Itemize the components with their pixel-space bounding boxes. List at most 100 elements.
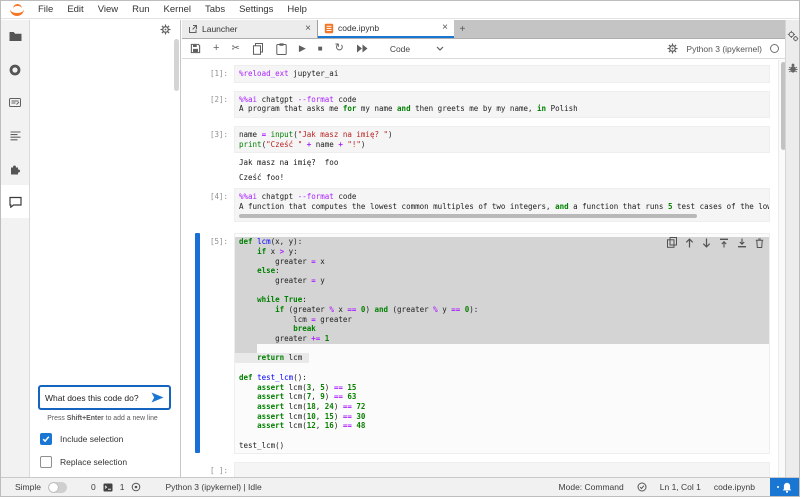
code-line: greater = x [235,256,769,267]
panel-scrollbar[interactable] [174,39,179,91]
save-icon[interactable] [190,43,201,55]
menu-run[interactable]: Run [125,4,156,15]
code-editor[interactable]: %reload_ext jupyter_ai [234,65,770,83]
gear-icon[interactable] [667,43,678,54]
restart-run-all-icon[interactable] [356,43,368,55]
sidebar-tab-debugger-icon[interactable] [786,52,799,84]
code-editor[interactable] [234,462,770,477]
notebook-content: [1]: %reload_ext jupyter_ai [2]: %%ai chatg… [182,60,778,477]
code-line: assert lcm(18, 24) == 72 [257,401,366,411]
kernel-icon[interactable] [131,482,141,492]
code-line: break [235,324,769,335]
delete-icon[interactable] [755,238,764,248]
file-browser-icon [9,31,22,42]
notebook-cell: [ ]: [190,462,770,477]
restart-icon[interactable]: ↻ [335,43,344,55]
cell-drag-handle[interactable] [195,233,200,454]
sidebar-tab-property-inspector-icon[interactable] [1,86,29,119]
sidebar-tab-file-browser-icon[interactable] [1,20,29,53]
code-line: while True: [235,295,769,306]
tab-launcher[interactable]: Launcher × [182,20,318,38]
move-up-icon[interactable] [685,237,694,248]
tab-label: code.ipynb [338,23,380,33]
sidebar-tab-running-sessions-icon[interactable] [1,53,29,86]
extension-manager-icon [9,163,21,175]
cell-output: Jak masz na imię? foo [239,158,339,168]
jupyterlab-window: FileEditViewRunKernelTabsSettingsHelp Pr… [0,0,800,497]
sidebar-tab-advanced-tools-icon[interactable] [786,20,799,52]
code-line: if x > y: [235,246,769,257]
notebook-cell: [1]: %reload_ext jupyter_ai [190,65,770,83]
tab-bar: Launcher × code.ipynb × + [182,20,787,39]
sidebar-tab-extension-manager-icon[interactable] [1,152,29,185]
notifications-button[interactable] [770,477,799,496]
code-line: %%ai chatgpt --format code [239,94,357,104]
code-editor[interactable]: name = input("Jak masz na imię? ") print(… [234,126,770,154]
code-line: greater += 1 [235,334,769,344]
code-editor[interactable]: %%ai chatgpt --format code A program that… [234,90,770,119]
gear-icon[interactable] [160,24,171,35]
kernel-status-icon[interactable] [770,44,779,53]
code-line: assert lcm(12, 16) == 48 [257,421,366,431]
code-editor[interactable]: %%ai chatgpt --format code A function tha… [234,187,770,223]
terminal-icon[interactable] [103,483,113,492]
chat-icon [8,196,22,208]
running-sessions-icon [9,64,21,76]
new-tab-button[interactable]: + [454,20,471,38]
menu-file[interactable]: File [31,4,60,15]
chat-input[interactable] [45,392,151,403]
code-line [235,343,765,354]
add-cell-icon[interactable]: + [213,43,219,55]
send-icon[interactable] [151,392,164,403]
cell-prompt: [4]: [209,191,228,201]
chat-hint: Press Shift+Enter to add a new line [47,415,158,422]
advanced-tools-icon [787,30,799,42]
close-icon[interactable]: × [305,24,311,34]
menu-settings[interactable]: Settings [232,4,280,15]
cell-prompt: [ ]: [209,466,228,476]
copy-icon[interactable] [252,42,264,55]
menu-tabs[interactable]: Tabs [198,4,232,15]
menu-edit[interactable]: Edit [60,4,90,15]
cell-toolbar [667,237,764,249]
run-icon[interactable]: ▶ [299,43,306,55]
checkbox-unchecked[interactable] [40,456,52,468]
move-down-icon[interactable] [702,238,711,248]
insert-above-icon[interactable] [719,238,729,248]
sidebar-tab-chat-icon[interactable] [1,185,29,218]
checkbox-checked[interactable] [40,433,52,445]
duplicate-icon[interactable] [667,237,677,249]
cut-icon[interactable]: ✂ [231,43,239,55]
tab-code-ipynb[interactable]: code.ipynb × [318,20,454,38]
notebook-icon [324,23,334,34]
horizontal-scrollbar[interactable] [239,214,697,219]
simple-mode-label: Simple [15,482,41,492]
kernel-name[interactable]: Python 3 (ipykernel) [686,44,762,54]
code-line: print("Cześć " + name + "!") [239,139,366,149]
sidebar-tab-table-of-contents-icon[interactable] [1,119,29,152]
code-line: lcm = greater [235,314,769,325]
simple-mode-toggle[interactable] [47,481,67,493]
checkmark-icon [42,435,50,443]
paste-icon[interactable] [276,42,287,55]
kernel-status-label[interactable]: Python 3 (ipykernel) | Idle [165,482,261,492]
notebook-toolbar: + ✂ ▶ ■ ↻ Code Python 3 (ipykernel) [182,39,787,59]
cell-type-dropdown[interactable]: Code [390,44,444,54]
menu-view[interactable]: View [91,4,125,15]
code-line: %reload_ext jupyter_ai [239,69,339,78]
terminals-count[interactable]: 0 [91,482,96,492]
code-editor[interactable]: def lcm(x, y): if x > y: greater = x els… [234,233,770,455]
tab-label: Launcher [202,24,238,34]
close-icon[interactable]: × [442,23,448,33]
menu-kernel[interactable]: Kernel [157,4,198,15]
chevron-down-icon [436,46,444,51]
checkbox-row-replace-selection: Replace selection [40,456,174,468]
kernels-count[interactable]: 1 [120,482,125,492]
insert-below-icon[interactable] [737,238,747,248]
menu-help[interactable]: Help [280,4,314,15]
stop-icon[interactable]: ■ [318,43,323,55]
cursor-position[interactable]: Ln 1, Col 1 [660,482,701,492]
launcher-icon [188,24,198,34]
